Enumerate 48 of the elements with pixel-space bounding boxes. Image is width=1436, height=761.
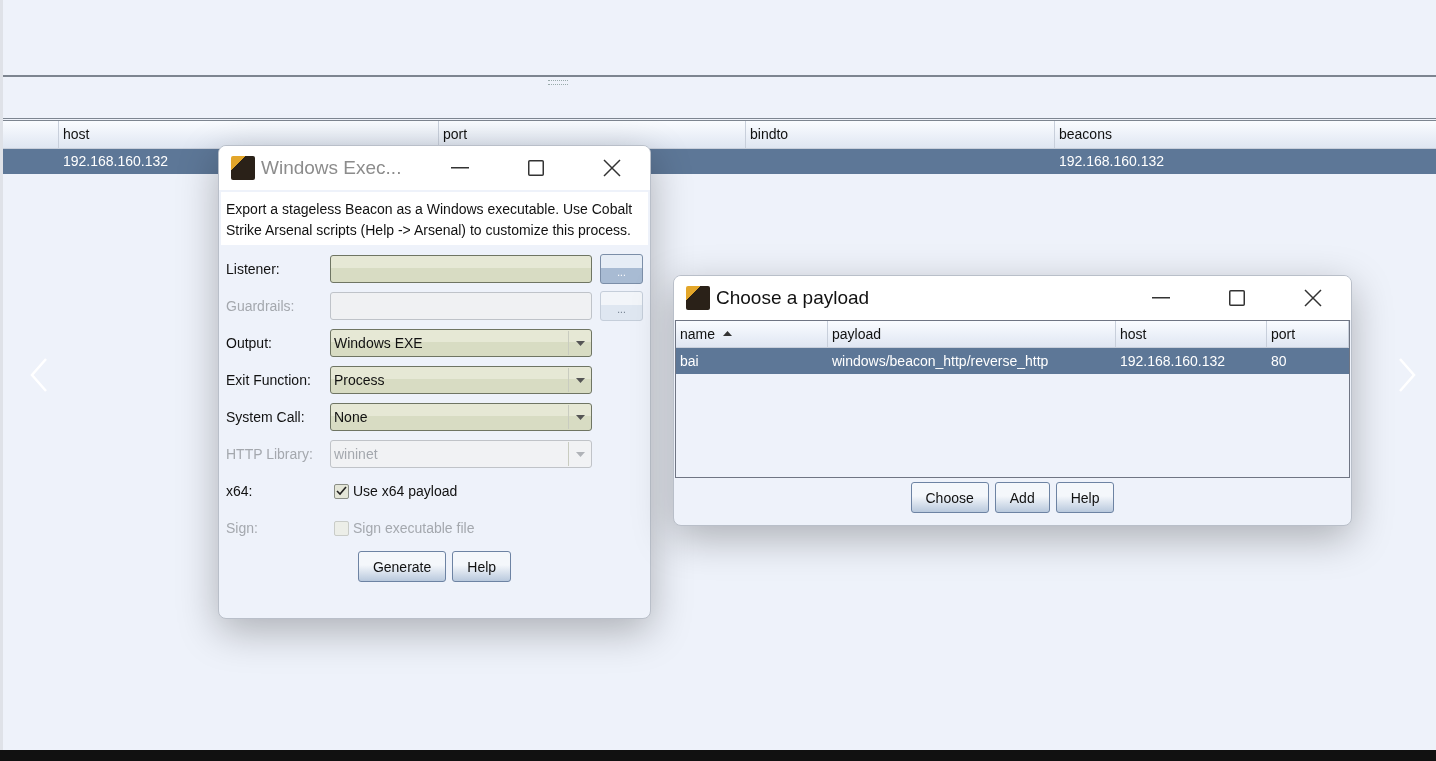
dropdown[interactable]: None xyxy=(330,403,592,431)
field-label: HTTP Library: xyxy=(226,446,314,462)
dialog-button[interactable]: Add xyxy=(994,482,1050,513)
description-text: Export a stageless Beacon as a Windows executable. Use Cobalt Strike Arsenal scripts (Help -> Arsenal) to customize this process. xyxy=(221,192,648,245)
column-header[interactable]: host xyxy=(1116,321,1267,347)
text-field[interactable] xyxy=(330,255,592,283)
table-cell: 192.168.160.132 xyxy=(63,153,169,169)
dropdown[interactable]: Process xyxy=(330,366,592,394)
column-header[interactable]: port xyxy=(1267,321,1349,347)
table-cell: 80 xyxy=(1271,353,1287,369)
dialog-button[interactable]: Help xyxy=(1055,482,1115,513)
close-icon[interactable] xyxy=(1304,289,1322,307)
field-label: x64: xyxy=(226,483,254,499)
column-header[interactable]: bindto xyxy=(745,121,1054,148)
field-label: Sign: xyxy=(226,520,259,536)
table-cell: bai xyxy=(680,353,699,369)
dropdown-caret-icon xyxy=(575,451,585,457)
table-cell: 192.168.160.132 xyxy=(1120,353,1226,369)
dropdown[interactable]: Windows EXE xyxy=(330,329,592,357)
dialog-button[interactable]: Help xyxy=(452,551,512,582)
maximize-icon[interactable] xyxy=(1229,290,1245,306)
field-label: Guardrails: xyxy=(226,298,296,314)
checkbox-label: Use x64 payload xyxy=(353,483,458,499)
splitter-grip[interactable] xyxy=(548,80,568,85)
table-row[interactable]: bai windows/beacon_http/reverse_http 192.168.160.132 80 xyxy=(676,348,1349,374)
app-icon xyxy=(686,286,710,310)
window-title: Choose a payload xyxy=(716,287,871,309)
column-header[interactable]: beacons xyxy=(1054,121,1436,148)
column-header[interactable]: name xyxy=(676,321,828,347)
dialog-button[interactable]: Generate xyxy=(357,551,447,582)
table-cell: 192.168.160.132 xyxy=(1059,153,1165,169)
minimize-icon[interactable] xyxy=(1152,297,1170,299)
field-label: System Call: xyxy=(226,409,306,425)
minimize-icon[interactable] xyxy=(451,167,469,169)
dropdown-caret-icon xyxy=(575,340,585,346)
dropdown-caret-icon xyxy=(575,414,585,420)
app-icon xyxy=(231,156,255,180)
checkbox[interactable] xyxy=(334,483,349,499)
field-label: Exit Function: xyxy=(226,372,312,388)
close-icon[interactable] xyxy=(603,159,621,177)
column-header[interactable]: payload xyxy=(828,321,1116,347)
checkbox-label: Sign executable file xyxy=(353,520,475,536)
dropdown-caret-icon xyxy=(575,377,585,383)
dialog-button[interactable]: Choose xyxy=(910,482,989,513)
field-label: Output: xyxy=(226,335,273,351)
table-cell: windows/beacon_http/reverse_http xyxy=(832,353,1049,369)
maximize-icon[interactable] xyxy=(528,160,544,176)
field-label: Listener: xyxy=(226,261,281,277)
